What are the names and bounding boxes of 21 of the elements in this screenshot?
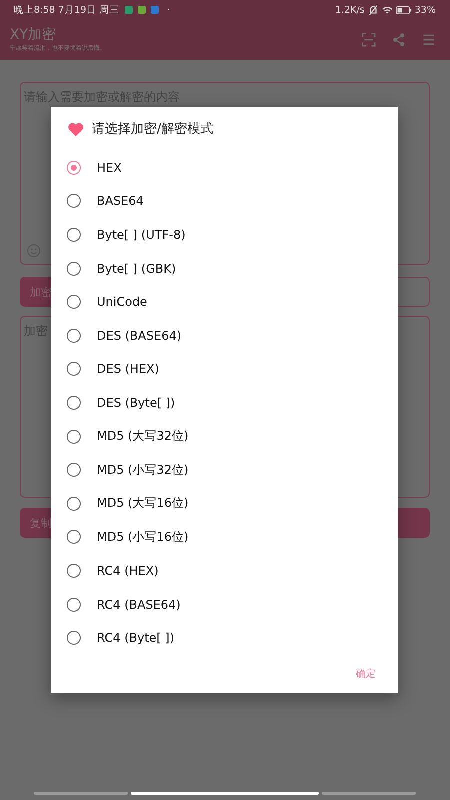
net-speed: 1.2K/s <box>335 4 365 16</box>
status-time: 晚上8:58 7月19日 周三 <box>14 4 120 16</box>
dialog-title: 请选择加密/解密模式 <box>92 121 214 138</box>
option-label: DES (Byte[ ]) <box>97 396 176 410</box>
option-label: DES (HEX) <box>97 362 160 376</box>
option-label: UniCode <box>97 295 148 310</box>
option-label: MD5 (小写16位) <box>97 528 189 546</box>
option-label: RC4 (Byte[ ]) <box>97 631 175 646</box>
option-label: Byte[ ] (GBK) <box>97 262 176 276</box>
battery-percent: 33% <box>414 4 436 16</box>
status-dot: · <box>168 4 171 16</box>
option-label: BASE64 <box>97 194 144 208</box>
option-label: RC4 (HEX) <box>97 564 159 578</box>
option-label: RC4 (BASE64) <box>97 598 181 612</box>
option-label: MD5 (大写16位) <box>97 495 189 512</box>
app-title: XY加密 <box>10 27 58 44</box>
option-label: MD5 (大写32位) <box>97 428 189 446</box>
option-label: HEX <box>97 160 122 175</box>
option-label: DES (BASE64) <box>97 328 182 343</box>
option-label: Byte[ ] (UTF-8) <box>97 228 186 242</box>
option-label: MD5 (小写32位) <box>97 462 189 479</box>
